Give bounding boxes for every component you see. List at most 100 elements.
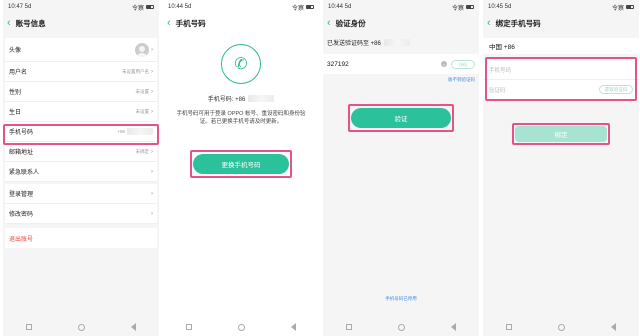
account-info-screen: 10:47 5d 令察 ‹ 账号信息 头像 › 用户名 未设置用户名 › 性别 未… — [3, 0, 159, 336]
home-icon[interactable] — [78, 323, 85, 331]
avatar-label: 头像 — [9, 48, 22, 54]
highlight-box — [485, 57, 637, 101]
code-value: 327192 — [327, 60, 349, 68]
login-management-row[interactable]: 登录管理 › — [5, 184, 157, 204]
logout-card: 退出账号 — [5, 228, 157, 248]
email-label: 邮箱地址 — [9, 150, 34, 156]
signal-text: 令察 — [131, 5, 144, 12]
highlight-box — [190, 150, 292, 178]
nav-bar — [163, 318, 319, 336]
chevron-right-icon: › — [151, 88, 153, 95]
signal-text: 令察 — [611, 5, 624, 12]
battery-icon — [466, 5, 474, 9]
emergency-contact-label: 紧急联系人 — [9, 170, 40, 176]
phone-description: 手机号码可用于登录 OPPO 帐号、重设密码和身份验证。若已更换手机号请及时更新… — [176, 111, 306, 125]
chevron-right-icon: › — [151, 148, 153, 155]
phone-number-screen: 10:44 5d 令察 ‹ 手机号码 ✆ 手机号码: +86 手机号码可用于登录… — [163, 0, 319, 336]
back-arrow-icon[interactable]: ‹ — [7, 17, 11, 29]
phone-disabled-link[interactable]: 手机号码已停用 — [323, 296, 479, 302]
current-phone-label: 手机号码: +86 — [207, 97, 246, 103]
status-time: 10:45 5d — [488, 4, 512, 10]
title-bar: ‹ 绑定手机号码 — [483, 14, 639, 32]
cant-receive-link[interactable]: 收不到验证码 — [448, 77, 475, 83]
status-time: 10:44 5d — [168, 4, 192, 10]
chevron-right-icon: › — [151, 46, 153, 53]
bind-phone-screen: 10:45 5d 令察 ‹ 绑定手机号码 中国 +86 手机号码 验证码 获取验… — [483, 0, 639, 336]
back-icon[interactable] — [291, 323, 296, 331]
status-bar: 10:45 5d 令察 — [483, 0, 639, 14]
nav-bar — [483, 318, 639, 336]
title-bar: ‹ 手机号码 — [163, 14, 319, 32]
highlight-box — [348, 104, 454, 132]
username-row[interactable]: 用户名 未设置用户名 › — [5, 62, 157, 82]
status-time: 10:44 5d — [328, 4, 352, 10]
verify-identity-screen: 10:44 5d 令察 ‹ 验证身份 已发送验证码至 +86 327192 × … — [323, 0, 479, 336]
email-value: 未绑定 — [135, 148, 150, 154]
emergency-contact-row[interactable]: 紧急联系人 › — [5, 162, 157, 182]
masked-number — [383, 39, 410, 46]
battery-icon — [306, 5, 314, 9]
code-sent-label: 已发送验证码至 +86 — [327, 41, 381, 47]
back-arrow-icon[interactable]: ‹ — [327, 17, 331, 29]
current-phone: 手机号码: +86 — [163, 94, 319, 103]
title-bar: ‹ 账号信息 — [3, 14, 159, 32]
change-password-row[interactable]: 修改密码 › — [5, 204, 157, 224]
code-input[interactable]: 327192 × (56) — [323, 54, 479, 74]
back-icon[interactable] — [451, 323, 456, 331]
status-bar: 10:44 5d 令察 — [323, 0, 479, 14]
code-sent-notice: 已发送验证码至 +86 — [327, 38, 410, 47]
status-time: 10:47 5d — [8, 4, 32, 10]
signal-text: 令察 — [291, 5, 304, 12]
clear-icon[interactable]: × — [441, 61, 447, 67]
username-label: 用户名 — [9, 70, 28, 76]
home-icon[interactable] — [398, 323, 405, 331]
back-arrow-icon[interactable]: ‹ — [167, 17, 171, 29]
gender-value: 未设置 — [135, 88, 150, 94]
birthday-label: 生日 — [9, 110, 22, 116]
avatar-row[interactable]: 头像 › — [5, 38, 157, 62]
battery-icon — [626, 5, 634, 9]
home-icon[interactable] — [238, 323, 245, 331]
nav-bar — [323, 318, 479, 336]
profile-card: 头像 › 用户名 未设置用户名 › 性别 未设置 › 生日 未设置 › 手机号码 +8… — [5, 38, 157, 182]
chevron-right-icon: › — [151, 190, 153, 197]
change-password-label: 修改密码 — [9, 212, 34, 218]
home-icon[interactable] — [558, 323, 565, 331]
username-value: 未设置用户名 — [122, 68, 149, 74]
gender-row[interactable]: 性别 未设置 › — [5, 82, 157, 102]
recent-apps-icon[interactable] — [186, 324, 192, 330]
title-bar: ‹ 验证身份 — [323, 14, 479, 32]
masked-number — [248, 95, 275, 102]
page-title: 账号信息 — [15, 18, 46, 28]
avatar — [135, 42, 149, 57]
battery-icon — [146, 5, 154, 9]
page-title: 绑定手机号码 — [495, 18, 541, 28]
gender-label: 性别 — [9, 90, 22, 96]
chevron-right-icon: › — [151, 168, 153, 175]
chevron-right-icon: › — [151, 68, 153, 75]
chevron-right-icon: › — [151, 210, 153, 217]
chevron-right-icon: › — [151, 108, 153, 115]
phone-icon: ✆ — [221, 44, 261, 84]
nav-bar — [3, 318, 159, 336]
page-title: 手机号码 — [175, 18, 206, 28]
birthday-row[interactable]: 生日 未设置 › — [5, 102, 157, 122]
recent-apps-icon[interactable] — [26, 324, 32, 330]
email-row[interactable]: 邮箱地址 未绑定 › — [5, 142, 157, 162]
back-icon[interactable] — [611, 323, 616, 331]
highlight-box — [512, 123, 610, 145]
status-bar: 10:47 5d 令察 — [3, 0, 159, 14]
recent-apps-icon[interactable] — [506, 324, 512, 330]
birthday-value: 未设置 — [135, 108, 150, 114]
region-selector[interactable]: 中国 +86 — [483, 38, 639, 54]
page-title: 验证身份 — [335, 18, 366, 28]
back-icon[interactable] — [131, 323, 136, 331]
back-arrow-icon[interactable]: ‹ — [487, 17, 491, 29]
signal-text: 令察 — [451, 5, 464, 12]
security-card: 登录管理 › 修改密码 › — [5, 184, 157, 224]
recent-apps-icon[interactable] — [346, 324, 352, 330]
login-management-label: 登录管理 — [9, 192, 34, 198]
logout-button[interactable]: 退出账号 — [5, 228, 157, 248]
status-bar: 10:44 5d 令察 — [163, 0, 319, 14]
resend-countdown[interactable]: (56) — [451, 59, 475, 69]
